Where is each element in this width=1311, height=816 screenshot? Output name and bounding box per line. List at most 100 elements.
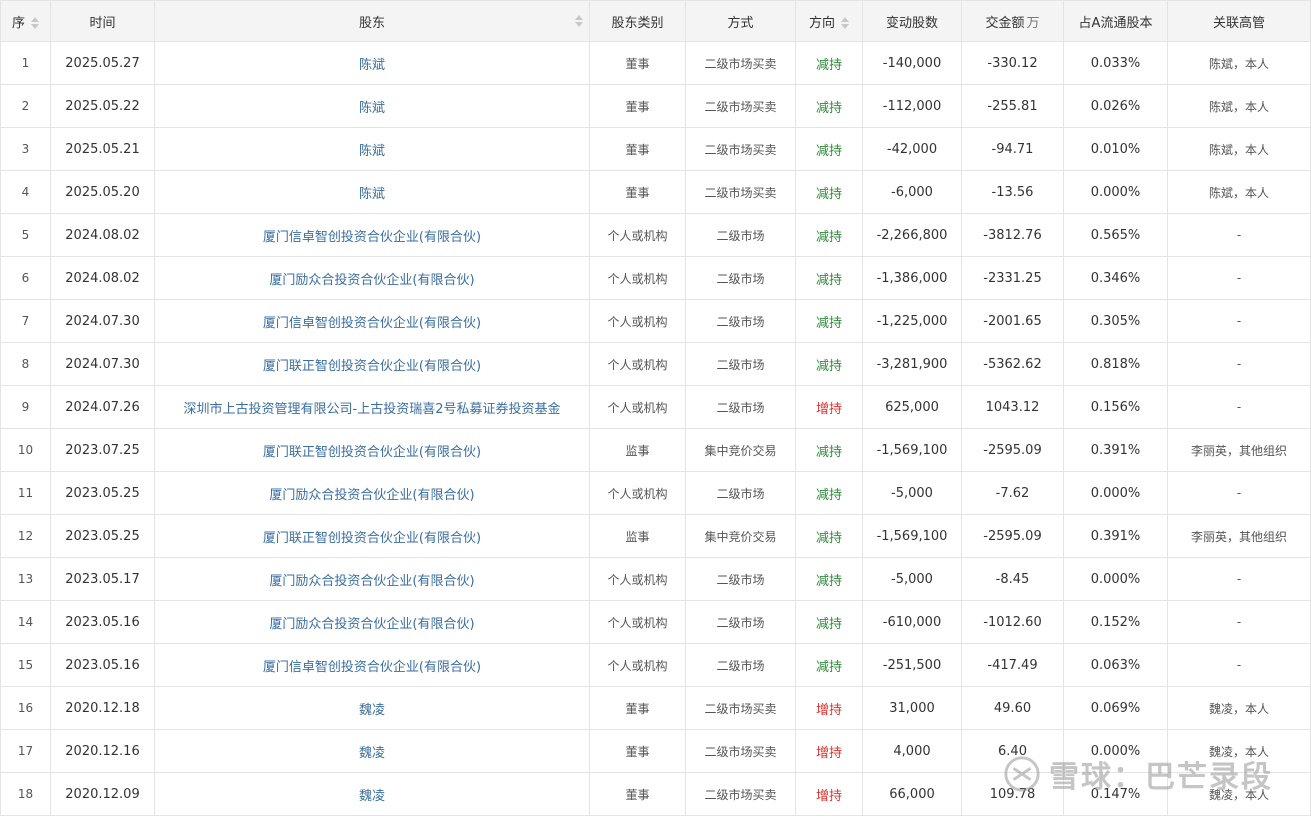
row-ratio: 0.033% — [1090, 55, 1141, 71]
shareholder-link[interactable]: 陈斌 — [359, 58, 385, 73]
row-holder-type: 个人或机构 — [607, 271, 668, 286]
row-date: 2024.08.02 — [65, 270, 140, 286]
shareholder-link-cell: 厦门联正智创投资合伙企业(有限合伙) — [154, 342, 590, 386]
row-method-cell: 集中竞价交易 — [685, 428, 796, 472]
col-header-holder[interactable]: 股东 — [154, 0, 590, 42]
table-row: 10 2023.07.25 厦门联正智创投资合伙企业(有限合伙) 监事 集中竞价交易 减持… — [0, 428, 1311, 472]
row-method: 二级市场买卖 — [704, 142, 777, 157]
row-shares: -1,225,000 — [876, 313, 948, 329]
row-amount-cell: -94.71 — [961, 127, 1064, 171]
row-date: 2023.07.25 — [65, 442, 140, 458]
row-holder-type: 监事 — [625, 443, 650, 458]
shareholder-link[interactable]: 厦门励众合投资合伙企业(有限合伙) — [269, 273, 474, 288]
row-holder-type-cell: 董事 — [589, 41, 686, 85]
row-holder-type: 个人或机构 — [607, 357, 668, 372]
shareholder-link[interactable]: 厦门联正智创投资合伙企业(有限合伙) — [263, 445, 481, 460]
row-seq-cell: 18 — [0, 772, 51, 816]
row-holder-type-cell: 董事 — [589, 686, 686, 730]
row-amount-cell: -5362.62 — [961, 342, 1064, 386]
sort-icon[interactable] — [31, 17, 39, 29]
row-ratio: 0.305% — [1090, 313, 1141, 329]
row-holder-type-cell: 个人或机构 — [589, 471, 686, 515]
row-ratio: 0.010% — [1090, 141, 1141, 157]
row-method-cell: 二级市场 — [685, 600, 796, 644]
sort-icon[interactable] — [575, 15, 583, 27]
row-date-cell: 2025.05.27 — [50, 41, 155, 85]
row-date-cell: 2025.05.20 — [50, 170, 155, 214]
row-shares: -1,569,100 — [876, 528, 948, 544]
row-holder-type-cell: 董事 — [589, 127, 686, 171]
row-shares-cell: -610,000 — [862, 600, 962, 644]
row-method: 二级市场买卖 — [704, 744, 777, 759]
shareholder-link[interactable]: 陈斌 — [359, 144, 385, 159]
row-direction: 减持 — [815, 100, 842, 116]
row-shares: -251,500 — [882, 657, 942, 673]
shareholder-link[interactable]: 陈斌 — [359, 101, 385, 116]
row-holder-type-cell: 董事 — [589, 772, 686, 816]
row-amount-cell: -417.49 — [961, 643, 1064, 687]
shareholder-link[interactable]: 厦门励众合投资合伙企业(有限合伙) — [269, 574, 474, 589]
row-related-cell: 魏凌，本人 — [1167, 729, 1311, 773]
row-date: 2024.07.26 — [65, 399, 140, 415]
row-shares: 31,000 — [889, 700, 935, 716]
row-date: 2025.05.22 — [65, 98, 140, 114]
row-ratio-cell: 0.063% — [1063, 643, 1168, 687]
row-shares: -112,000 — [882, 98, 942, 114]
row-direction: 减持 — [815, 57, 842, 73]
shareholder-link[interactable]: 厦门励众合投资合伙企业(有限合伙) — [269, 488, 474, 503]
row-holder-type-cell: 个人或机构 — [589, 342, 686, 386]
col-header-direction[interactable]: 方向 — [795, 0, 863, 42]
row-holder-type: 个人或机构 — [607, 314, 668, 329]
shareholder-link[interactable]: 厦门联正智创投资合伙企业(有限合伙) — [263, 531, 481, 546]
row-method: 二级市场 — [716, 658, 765, 673]
row-related: - — [1236, 400, 1242, 414]
row-method: 二级市场 — [716, 357, 765, 372]
row-direction: 减持 — [815, 358, 842, 374]
row-direction-cell: 减持 — [795, 299, 863, 343]
shareholder-link[interactable]: 厦门励众合投资合伙企业(有限合伙) — [269, 617, 474, 632]
row-seq-cell: 6 — [0, 256, 51, 300]
row-shares: -6,000 — [891, 184, 933, 200]
row-shares-cell: -1,569,100 — [862, 514, 962, 558]
col-header-seq[interactable]: 序 — [0, 0, 51, 42]
row-related-cell: - — [1167, 600, 1311, 644]
row-method: 集中竞价交易 — [704, 443, 777, 458]
row-holder-type: 个人或机构 — [607, 228, 668, 243]
shareholder-link-cell: 厦门信卓智创投资合伙企业(有限合伙) — [154, 643, 590, 687]
row-amount: -3812.76 — [983, 227, 1042, 243]
row-related: 陈斌，本人 — [1208, 185, 1269, 200]
shareholder-link[interactable]: 魏凌 — [359, 789, 385, 804]
row-related: - — [1236, 615, 1242, 629]
shareholder-link[interactable]: 魏凌 — [359, 746, 385, 761]
row-amount: -2595.09 — [983, 442, 1042, 458]
sort-icon[interactable] — [841, 17, 849, 29]
row-amount: -13.56 — [991, 184, 1034, 200]
col-header-related: 关联高管 — [1167, 0, 1311, 42]
row-amount: -2331.25 — [983, 270, 1042, 286]
shareholder-link[interactable]: 魏凌 — [359, 703, 385, 718]
row-method: 二级市场 — [716, 572, 765, 587]
shareholder-link[interactable]: 厦门联正智创投资合伙企业(有限合伙) — [263, 359, 481, 374]
row-amount-cell: -330.12 — [961, 41, 1064, 85]
row-ratio-cell: 0.147% — [1063, 772, 1168, 816]
row-related: 李丽英，其他组织 — [1190, 529, 1287, 544]
row-amount-cell: -1012.60 — [961, 600, 1064, 644]
shareholder-link[interactable]: 厦门信卓智创投资合伙企业(有限合伙) — [263, 660, 481, 675]
row-seq: 6 — [21, 271, 30, 285]
shareholder-link[interactable]: 厦门信卓智创投资合伙企业(有限合伙) — [263, 316, 481, 331]
shareholder-link[interactable]: 陈斌 — [359, 187, 385, 202]
shareholder-link-cell: 陈斌 — [154, 84, 590, 128]
row-method-cell: 二级市场 — [685, 256, 796, 300]
row-seq: 8 — [21, 357, 30, 371]
shareholder-link[interactable]: 深圳市上古投资管理有限公司-上古投资瑞喜2号私募证券投资基金 — [184, 402, 561, 417]
row-seq-cell: 12 — [0, 514, 51, 558]
row-holder-type-cell: 监事 — [589, 514, 686, 558]
shareholder-link-cell: 厦门联正智创投资合伙企业(有限合伙) — [154, 428, 590, 472]
row-related: 魏凌，本人 — [1208, 744, 1269, 759]
row-method-cell: 二级市场 — [685, 213, 796, 257]
row-direction-cell: 减持 — [795, 127, 863, 171]
shareholder-link-cell: 陈斌 — [154, 127, 590, 171]
shareholder-link[interactable]: 厦门信卓智创投资合伙企业(有限合伙) — [263, 230, 481, 245]
row-shares: -140,000 — [882, 55, 942, 71]
row-holder-type-cell: 董事 — [589, 170, 686, 214]
